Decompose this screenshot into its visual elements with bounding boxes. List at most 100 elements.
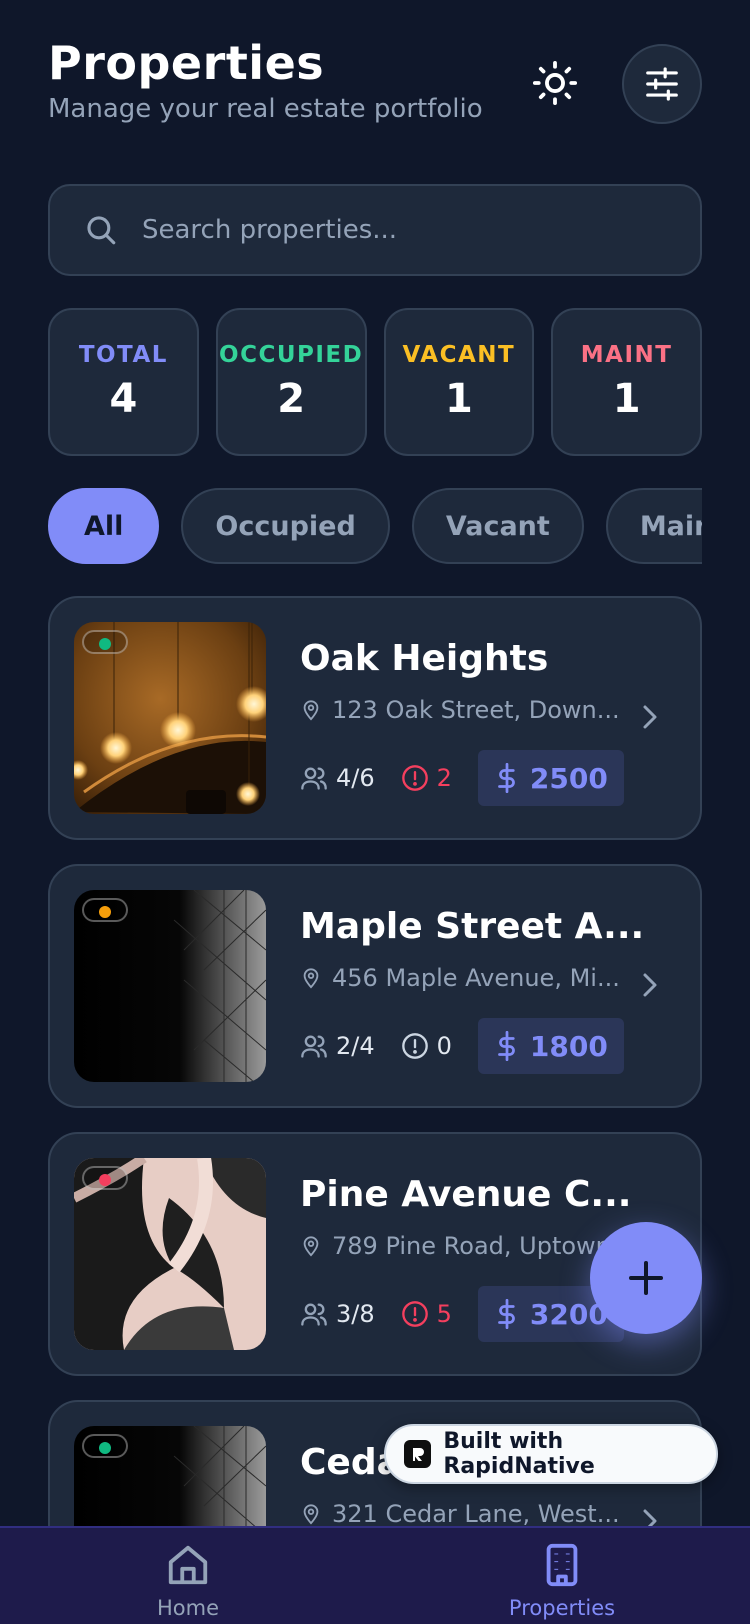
stat-maintenance: MAINT 1 [551, 308, 702, 456]
stat-label: VACANT [402, 342, 516, 368]
status-dot [99, 638, 111, 650]
rent-amount: 2500 [529, 761, 608, 795]
bottom-tab-bar: Home Properties [0, 1526, 750, 1624]
stat-value: 2 [277, 376, 306, 422]
stat-vacant: VACANT 1 [383, 308, 535, 456]
property-image [74, 1426, 266, 1526]
property-name: Oak Heights [300, 638, 549, 679]
property-list: Oak Heights 123 Oak Street, Down... 4/6 … [48, 596, 702, 1526]
chip-vacant[interactable]: Vacant [411, 488, 584, 564]
users-icon [301, 1035, 327, 1058]
status-indicator [82, 630, 128, 654]
page-header: Properties Manage your real estate portf… [48, 36, 702, 136]
status-dot [99, 1174, 111, 1186]
property-name: Maple Street A... [300, 906, 645, 947]
chip-occupied[interactable]: Occupied [181, 488, 390, 564]
sliders-icon [646, 67, 678, 101]
chevron-right-icon [638, 970, 662, 1004]
page-title: Properties [48, 36, 325, 90]
issues-info: 0 [401, 1032, 452, 1060]
property-image [74, 890, 266, 1082]
chip-all[interactable]: All [48, 488, 160, 564]
property-meta: 2/4 0 1800 [300, 1018, 624, 1074]
dollar-icon [498, 1031, 515, 1061]
tab-properties[interactable]: Properties [462, 1542, 662, 1620]
units-info: 2/4 [300, 1032, 375, 1060]
page-subtitle: Manage your real estate portfolio [48, 94, 483, 124]
rent-badge: 2500 [477, 750, 624, 806]
address-text: 123 Oak Street, Down... [332, 696, 620, 724]
filter-button[interactable] [622, 44, 702, 124]
search-input[interactable] [142, 215, 662, 245]
badge-text: Built with RapidNative [443, 1429, 595, 1479]
building-icon [546, 1543, 578, 1587]
theme-toggle-button[interactable] [526, 54, 584, 112]
issues-info: 2 [401, 764, 452, 792]
stat-total: TOTAL 4 [48, 308, 199, 456]
property-image [74, 1158, 266, 1350]
stat-value: 1 [612, 376, 641, 422]
alert-circle-icon [401, 1033, 428, 1059]
issues-info: 5 [401, 1300, 452, 1328]
property-image [74, 622, 266, 814]
users-icon [301, 767, 327, 790]
tab-home[interactable]: Home [88, 1542, 288, 1620]
property-meta: 4/6 2 2500 [300, 750, 624, 806]
map-pin-icon [303, 700, 319, 721]
status-indicator [82, 1166, 128, 1190]
stat-value: 4 [109, 376, 138, 422]
map-pin-icon [303, 1504, 319, 1525]
stat-label: MAINT [580, 342, 673, 368]
stat-value: 1 [444, 376, 473, 422]
units-info: 4/6 [300, 764, 375, 792]
stat-occupied: OCCUPIED 2 [215, 308, 367, 456]
property-address: 123 Oak Street, Down... [300, 696, 620, 724]
home-icon [168, 1545, 208, 1585]
tab-label: Home [156, 1596, 219, 1620]
address-text: 789 Pine Road, Uptown [332, 1232, 611, 1260]
status-dot [99, 1442, 111, 1454]
issues-text: 2 [436, 764, 452, 792]
dollar-icon [498, 1299, 515, 1329]
issues-text: 0 [436, 1032, 452, 1060]
rapidnative-logo-icon [404, 1440, 432, 1468]
stats-row: TOTAL 4 OCCUPIED 2 VACANT 1 MAINT 1 [48, 308, 702, 456]
property-address: 321 Cedar Lane, West... [300, 1500, 620, 1526]
alert-circle-icon [401, 765, 428, 791]
alert-circle-icon [401, 1301, 428, 1327]
property-meta: 3/8 5 3200 [300, 1286, 624, 1342]
units-text: 2/4 [336, 1032, 375, 1060]
search-bar[interactable] [48, 184, 702, 276]
units-text: 3/8 [336, 1300, 375, 1328]
sun-icon [532, 60, 578, 106]
map-pin-icon [303, 968, 319, 989]
chevron-right-icon [638, 702, 662, 736]
property-name: Pine Avenue C... [300, 1174, 632, 1215]
address-text: 456 Maple Avenue, Mi... [332, 964, 620, 992]
rent-badge: 1800 [477, 1018, 624, 1074]
stat-label: TOTAL [78, 342, 168, 368]
rent-amount: 1800 [529, 1029, 608, 1063]
property-card[interactable]: Oak Heights 123 Oak Street, Down... 4/6 … [48, 596, 702, 840]
built-with-badge[interactable]: Built with RapidNative [384, 1424, 718, 1484]
tab-label: Properties [508, 1596, 616, 1620]
status-indicator [82, 898, 128, 922]
plus-icon [629, 1261, 663, 1295]
map-pin-icon [303, 1236, 319, 1257]
units-text: 4/6 [336, 764, 375, 792]
chevron-right-icon [638, 1506, 662, 1526]
address-text: 321 Cedar Lane, West... [332, 1500, 620, 1526]
filter-chips: All Occupied Vacant Maint [48, 488, 702, 564]
property-card[interactable]: Maple Street A... 456 Maple Avenue, Mi..… [48, 864, 702, 1108]
status-dot [99, 906, 111, 918]
property-address: 456 Maple Avenue, Mi... [300, 964, 620, 992]
chip-maint[interactable]: Maint [605, 488, 702, 564]
issues-text: 5 [436, 1300, 452, 1328]
dollar-icon [498, 763, 515, 793]
property-address: 789 Pine Road, Uptown [300, 1232, 611, 1260]
status-indicator [82, 1434, 128, 1458]
stat-label: OCCUPIED [219, 342, 364, 368]
users-icon [301, 1303, 327, 1326]
search-icon [87, 216, 116, 245]
add-property-button[interactable] [590, 1222, 702, 1334]
